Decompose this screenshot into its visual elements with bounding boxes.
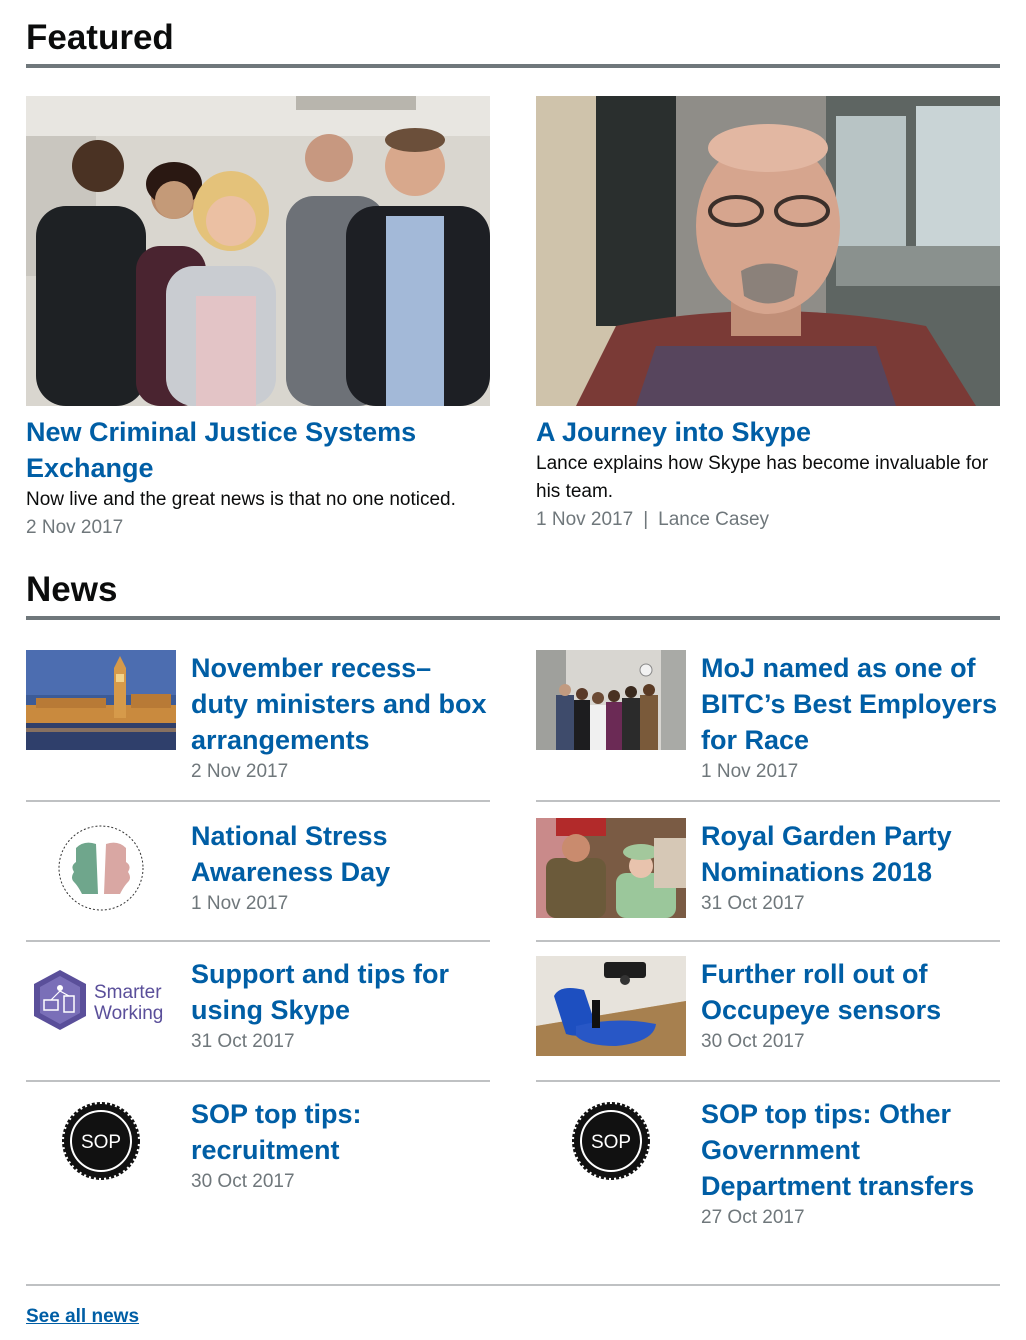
featured-card-skype: A Journey into Skype Lance explains how … [536,96,1000,534]
smarter-text: Smarter [94,982,162,1003]
featured-author: Lance Casey [658,509,770,530]
news-date: 30 Oct 2017 [191,1171,295,1192]
featured-card-cjse: New Criminal Justice Systems Exchange No… [26,96,490,542]
news-title-link[interactable]: Further roll out of Occupeye sensors [701,956,1000,1028]
news-title-link[interactable]: Support and tips for using Skype [191,956,490,1028]
mental-health-logo-thumbnail [26,818,176,918]
divider [26,940,490,942]
sop-badge-thumbnail: SOP [536,1096,686,1196]
featured-meta: 2 Nov 2017 [26,514,490,542]
divider [26,800,490,802]
news-thumbnail-link[interactable]: SOP [26,1096,176,1196]
divider [26,1284,1000,1286]
news-thumbnail-link[interactable] [536,650,686,750]
divider [536,940,1000,942]
group-photo-thumbnail [536,650,686,750]
news-title-link[interactable]: National Stress Awareness Day [191,818,490,890]
news-date: 30 Oct 2017 [701,1031,805,1052]
working-text: Working [94,1003,163,1024]
featured-image-link[interactable] [26,96,490,406]
news-thumbnail-link[interactable] [26,650,176,750]
news-date: 2 Nov 2017 [191,761,289,782]
sop-label: SOP [81,1132,121,1153]
news-title-link[interactable]: SOP top tips: recruitment [191,1096,490,1168]
featured-description: Now live and the great news is that no o… [26,489,456,510]
see-all-news-link[interactable]: See all news [26,1306,139,1328]
featured-date: 1 Nov 2017 [536,509,634,530]
news-date: 31 Oct 2017 [701,893,805,914]
divider [536,1080,1000,1082]
featured-meta: 1 Nov 2017 | Lance Casey [536,506,1000,534]
news-title-link[interactable]: MoJ named as one of BITC’s Best Employer… [701,650,1000,758]
occupeye-sensor-thumbnail [536,956,686,1056]
parliament-thumbnail [26,650,176,750]
featured-description: Lance explains how Skype has become inva… [536,453,989,502]
featured-image-link[interactable] [536,96,1000,406]
news-date: 1 Nov 2017 [191,893,289,914]
sop-label: SOP [591,1132,631,1153]
news-title-link[interactable]: SOP top tips: Other Government Departmen… [701,1096,1000,1204]
divider [536,800,1000,802]
featured-title-link[interactable]: A Journey into Skype [536,414,1000,450]
garden-party-thumbnail [536,818,686,918]
meta-separator: | [643,509,649,530]
news-title-link[interactable]: November recess– duty ministers and box … [191,650,490,758]
news-title-link[interactable]: Royal Garden Party Nominations 2018 [701,818,1000,890]
news-thumbnail-link[interactable]: Smarter Working [26,956,176,1056]
portrait-photo [536,96,1000,406]
news-thumbnail-link[interactable] [536,956,686,1056]
news-thumbnail-link[interactable] [536,818,686,918]
news-date: 31 Oct 2017 [191,1031,295,1052]
smarter-working-logo-thumbnail: Smarter Working [26,956,176,1056]
featured-date: 2 Nov 2017 [26,517,124,538]
news-date: 1 Nov 2017 [701,761,799,782]
divider [26,1080,490,1082]
team-photo [26,96,490,406]
news-thumbnail-link[interactable] [26,818,176,918]
news-thumbnail-link[interactable]: SOP [536,1096,686,1196]
featured-heading: Featured [26,20,1000,68]
news-heading: News [26,572,1000,620]
news-date: 27 Oct 2017 [701,1207,805,1228]
featured-title-link[interactable]: New Criminal Justice Systems Exchange [26,414,490,486]
sop-badge-thumbnail: SOP [26,1096,176,1196]
